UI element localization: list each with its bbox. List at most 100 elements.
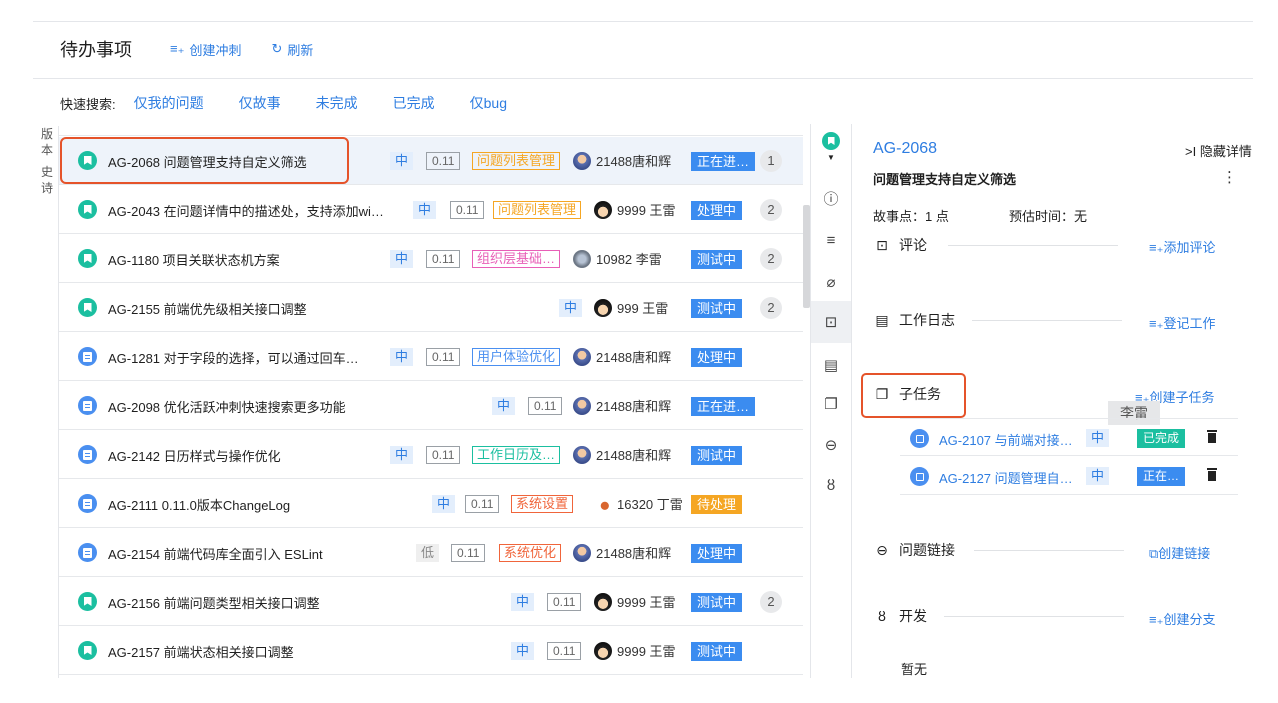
branch-icon: ȣ <box>878 608 886 624</box>
story-type-icon <box>78 641 97 660</box>
comment-icon: ⊡ <box>876 236 888 253</box>
issue-assignee: 9999 王雷 <box>594 592 676 611</box>
issue-row[interactable]: AG-2154 前端代码库全面引入 ESLint 低 0.11 系统优化 21488唐和… <box>59 529 803 577</box>
quick-filter-my-issues[interactable]: 仅我的问题 <box>134 93 204 113</box>
issue-assignee: 9999 王雷 <box>594 200 676 219</box>
issue-assignee: 21488唐和辉 <box>573 396 671 415</box>
links-divider <box>974 550 1124 551</box>
issue-row[interactable]: AG-1180 项目关联状态机方案 中 0.11 组织层基础… 10982 李雷 测试中 2 <box>59 235 803 283</box>
avatar <box>573 396 591 415</box>
add-comment-button[interactable]: ≡₊添加评论 <box>1149 237 1215 256</box>
issue-epic: 问题列表管理 <box>493 201 582 219</box>
trash-icon[interactable] <box>1207 468 1217 482</box>
issue-version: 0.11 <box>426 250 461 268</box>
list-add-icon: ≡₊ <box>170 41 185 56</box>
rail-attachment-icon[interactable]: ⌀ <box>811 270 851 294</box>
worklog-divider <box>972 320 1122 321</box>
dev-divider <box>944 616 1124 617</box>
issue-version: 0.11 <box>528 397 563 415</box>
issue-summary: AG-2156 前端问题类型相关接口调整 <box>108 596 320 611</box>
refresh-button[interactable]: ↻ 刷新 <box>271 40 313 59</box>
avatar <box>573 151 591 170</box>
rail-link-icon[interactable]: ⊖ <box>811 433 851 457</box>
issue-status: 处理中 <box>691 201 743 220</box>
issue-version: 0.11 <box>547 642 582 660</box>
header-divider <box>33 78 1253 79</box>
side-tab-epic[interactable]: 史 诗 <box>36 164 58 196</box>
issue-summary: AG-2154 前端代码库全面引入 ESLint <box>108 547 323 562</box>
rail-subtask-icon[interactable]: ❐ <box>811 392 851 416</box>
issue-epic: 组织层基础… <box>472 250 561 268</box>
rail-description-icon[interactable]: ≡ <box>811 228 851 252</box>
issue-row[interactable]: AG-2043 在问题详情中的描述处，支持添加wi… 中 0.11 问题列表管理 999… <box>59 186 803 234</box>
issue-status: 正在进… <box>691 397 756 416</box>
create-sprint-button[interactable]: ≡₊ 创建冲刺 <box>170 40 241 59</box>
issue-row[interactable]: AG-2142 日历样式与操作优化 中 0.11 工作日历及… 21488唐和辉 测试中 <box>59 431 803 479</box>
side-tab-version[interactable]: 版 本 <box>36 126 58 158</box>
issue-version: 0.11 <box>451 544 486 562</box>
subtask-count-badge: 2 <box>760 199 782 221</box>
rail-worklog-icon[interactable]: ▤ <box>811 353 851 377</box>
issue-status: 测试中 <box>691 642 743 661</box>
subtask-row[interactable]: AG-2107 与前端对接… 中 已完成 <box>900 418 1238 456</box>
clipboard-icon: ▤ <box>875 311 889 328</box>
rail-comment-icon[interactable]: ⊡ <box>811 301 851 343</box>
page-title: 待办事项 <box>60 40 132 60</box>
story-type-icon <box>78 298 97 317</box>
task-type-icon <box>78 494 97 513</box>
quick-search-bar: 快速搜索: 仅我的问题 仅故事 未完成 已完成 仅bug <box>60 93 542 113</box>
task-type-icon <box>78 445 97 464</box>
hide-detail-button[interactable]: >I 隐藏详情 <box>1185 141 1252 160</box>
quick-filter-bugs[interactable]: 仅bug <box>470 93 507 113</box>
dev-empty-text: 暂无 <box>901 662 928 677</box>
links-section-title: ⊖ 问题链接 <box>873 540 955 560</box>
issue-status: 测试中 <box>691 299 743 318</box>
quick-filter-finished[interactable]: 已完成 <box>393 93 435 113</box>
trash-icon[interactable] <box>1207 430 1217 444</box>
quick-filter-unfinished[interactable]: 未完成 <box>316 93 358 113</box>
issue-row[interactable]: AG-2111 0.11.0版本ChangeLog 中 0.11 系统设置 16320 … <box>59 480 803 528</box>
detail-issue-title: 问题管理支持自定义筛选 <box>873 172 1017 187</box>
list-scrollbar[interactable] <box>803 205 810 308</box>
issue-row[interactable]: AG-1281 对于字段的选择，可以通过回车… 中 0.11 用户体验优化 21488唐… <box>59 333 803 381</box>
issue-assignee: 21488唐和辉 <box>573 347 671 366</box>
issue-summary: AG-2157 前端状态相关接口调整 <box>108 645 294 660</box>
issue-row[interactable]: AG-2157 前端状态相关接口调整 中 0.11 9999 王雷 测试中 <box>59 627 803 675</box>
issue-type-selector[interactable]: ▼ <box>811 124 851 166</box>
more-options-icon[interactable]: ⋮ <box>1222 170 1237 185</box>
issue-version: 0.11 <box>547 593 582 611</box>
issue-assignee: 21488唐和辉 <box>573 445 671 464</box>
issue-row[interactable]: AG-2068 问题管理支持自定义筛选 中 0.11 问题列表管理 21488唐和辉 正在… <box>59 137 803 185</box>
issue-summary: AG-1180 项目关联状态机方案 <box>108 253 280 268</box>
subtask-key[interactable]: AG-2107 与前端对接… <box>939 430 1073 449</box>
issue-assignee: 9999 王雷 <box>594 641 676 660</box>
issue-row[interactable]: AG-2155 前端优先级相关接口调整 中 999 王雷 测试中 2 <box>59 284 803 332</box>
issue-row[interactable]: AG-2098 优化活跃冲刺快速搜索更多功能 中 0.11 21488唐和辉 正在进… <box>59 382 803 430</box>
issue-epic: 工作日历及… <box>472 446 561 464</box>
issue-priority: 中 <box>559 299 583 317</box>
issue-priority: 低 <box>416 544 440 562</box>
detail-icon-rail: ▼ ⓘ ≡ ⌀ ⊡ ▤ ❐ ⊖ ȣ <box>810 124 852 678</box>
issue-version: 0.11 <box>426 152 461 170</box>
task-type-icon <box>78 396 97 415</box>
comment-divider <box>948 245 1118 246</box>
create-link-button[interactable]: ⧉创建链接 <box>1149 543 1210 562</box>
rail-branch-icon[interactable]: ȣ <box>811 473 851 497</box>
issue-status: 测试中 <box>691 250 743 269</box>
subtask-status: 已完成 <box>1137 429 1186 448</box>
avatar <box>573 445 591 464</box>
issue-assignee: 999 王雷 <box>594 298 668 317</box>
create-branch-button[interactable]: ≡₊创建分支 <box>1149 609 1215 628</box>
detail-issue-key[interactable]: AG-2068 <box>873 140 937 158</box>
story-type-icon <box>78 592 97 611</box>
avatar <box>594 641 612 660</box>
issue-assignee: 21488唐和辉 <box>573 151 671 170</box>
subtask-type-icon <box>910 467 929 486</box>
log-work-button[interactable]: ≡₊登记工作 <box>1149 313 1215 332</box>
issue-row[interactable]: AG-2156 前端问题类型相关接口调整 中 0.11 9999 王雷 测试中 2 <box>59 578 803 626</box>
subtask-section-title: ❐ 子任务 <box>873 384 941 404</box>
rail-detail-icon[interactable]: ⓘ <box>811 186 851 210</box>
subtask-row[interactable]: AG-2127 问题管理自… 中 正在… <box>900 457 1238 495</box>
subtask-key[interactable]: AG-2127 问题管理自… <box>939 468 1073 487</box>
quick-filter-stories[interactable]: 仅故事 <box>239 93 281 113</box>
